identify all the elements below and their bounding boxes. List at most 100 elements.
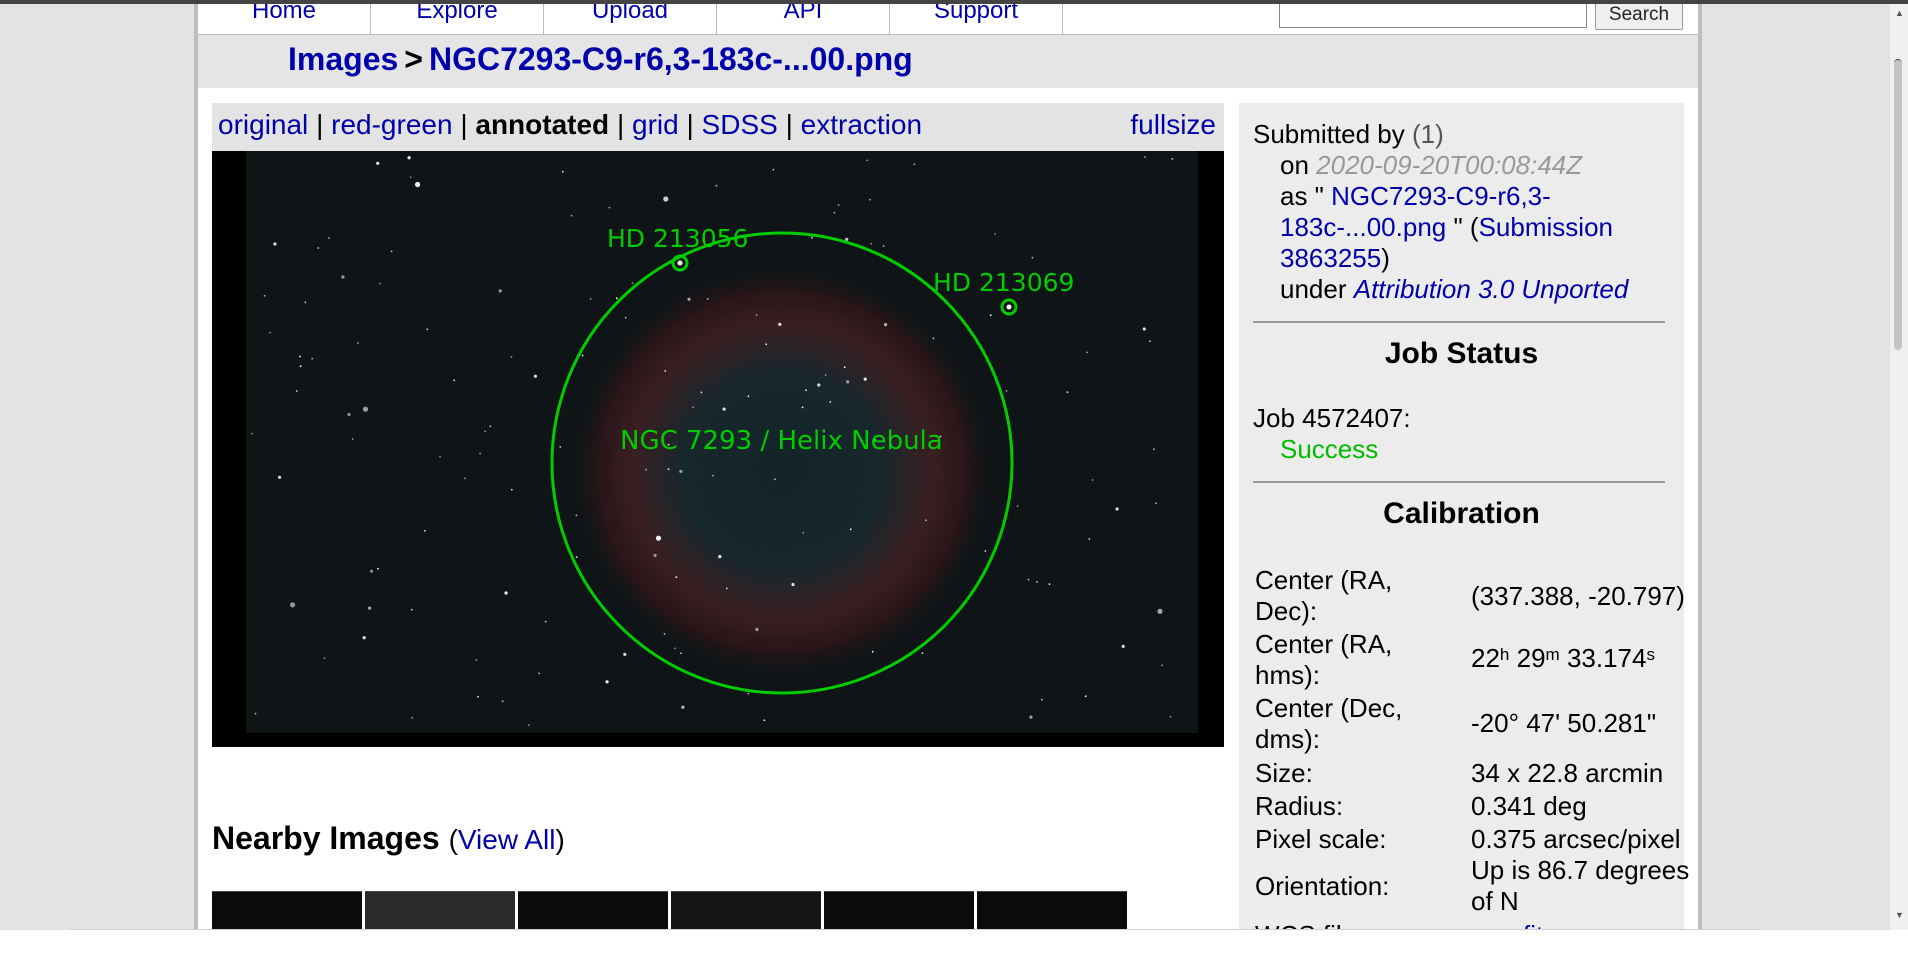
star-point <box>869 198 871 201</box>
star-point <box>1041 698 1043 701</box>
star-point <box>663 196 669 202</box>
vertical-scrollbar[interactable]: ▲ ▼ <box>1890 4 1908 930</box>
star-point <box>747 692 750 695</box>
scroll-down-icon[interactable]: ▼ <box>1895 910 1904 920</box>
star-point <box>1157 608 1163 614</box>
star-point <box>575 514 578 517</box>
tab-grid[interactable]: grid <box>632 109 679 140</box>
star-point <box>589 298 592 300</box>
submitted-by-line: Submitted by (1) <box>1253 119 1444 150</box>
star-point <box>409 176 412 179</box>
search-input[interactable] <box>1279 4 1587 28</box>
annotated-sky-image[interactable]: HD 213056 HD 213069 NGC 7293 / Helix Neb… <box>212 151 1224 747</box>
star-point <box>925 519 927 522</box>
star-point <box>299 355 301 358</box>
star-point <box>843 366 846 369</box>
star-point <box>327 237 330 239</box>
nearby-thumbnail[interactable] <box>824 891 974 930</box>
star-point <box>489 425 492 428</box>
star-point <box>538 672 540 675</box>
star-point <box>778 322 782 326</box>
star-point <box>1066 391 1069 393</box>
license-link[interactable]: Attribution 3.0 Unported <box>1354 274 1629 304</box>
star-point <box>323 657 326 660</box>
tab-sdss[interactable]: SDSS <box>702 109 778 140</box>
submitted-as-line-2: 183c-...00.png " (Submission <box>1280 212 1613 243</box>
star-point <box>273 242 277 246</box>
star-point <box>1084 695 1087 698</box>
star-point <box>664 370 667 372</box>
nearby-thumbnail[interactable] <box>977 891 1127 930</box>
sky-image-svg: HD 213056 HD 213069 NGC 7293 / Helix Neb… <box>212 151 1224 747</box>
star-point <box>849 528 852 531</box>
star-point <box>411 716 414 719</box>
breadcrumb-images-link[interactable]: Images <box>288 41 398 77</box>
star-point <box>278 475 282 479</box>
scrollbar-thumb[interactable] <box>1894 59 1902 350</box>
radius-label: Radius: <box>1255 791 1344 821</box>
nearby-thumbnail[interactable] <box>518 891 668 930</box>
tab-original[interactable]: original <box>218 109 308 140</box>
breadcrumb-bar: Images > NGC7293-C9-r6,3-183c-...00.png <box>198 35 1698 88</box>
tab-red-green[interactable]: red-green <box>331 109 452 140</box>
star-point <box>362 406 369 412</box>
star-point <box>765 343 768 346</box>
center-hms-label: Center (RA, hms): <box>1255 629 1393 690</box>
original-filename-link-cont[interactable]: 183c-...00.png <box>1280 212 1446 242</box>
star-point <box>1169 715 1172 718</box>
star-point <box>755 314 758 316</box>
star-point <box>484 430 486 433</box>
nav-explore[interactable]: Explore <box>371 4 544 34</box>
star-point <box>989 314 992 316</box>
star-point <box>846 380 850 384</box>
view-all-link[interactable]: View All <box>458 824 556 855</box>
star-point <box>510 488 513 491</box>
star-point <box>1031 256 1034 259</box>
nav-support[interactable]: Support <box>890 4 1063 34</box>
star-point <box>501 700 504 703</box>
job-status-value: Success <box>1280 434 1379 464</box>
nearby-images-title: Nearby Images <box>212 820 440 856</box>
star-point <box>681 705 685 709</box>
nav-upload[interactable]: Upload <box>544 4 717 34</box>
star-point <box>390 250 393 253</box>
submission-id-link[interactable]: 3863255 <box>1280 243 1381 273</box>
star-point <box>424 529 426 532</box>
star-point <box>984 550 987 552</box>
original-filename-link[interactable]: NGC7293-C9-r6,3- <box>1331 181 1551 211</box>
search-button[interactable]: Search <box>1595 4 1683 30</box>
submitter-link[interactable]: (1) <box>1412 119 1444 149</box>
nav-home[interactable]: Home <box>198 4 371 34</box>
divider <box>1253 481 1665 483</box>
star-point <box>824 374 827 376</box>
label-hd213056: HD 213056 <box>607 224 748 253</box>
star-point <box>1115 507 1119 511</box>
nearby-thumbnail[interactable] <box>671 891 821 930</box>
nearby-thumbnail[interactable] <box>365 891 515 930</box>
nav-api[interactable]: API <box>717 4 890 34</box>
star-point <box>675 576 678 578</box>
page-background-right <box>1698 4 1890 930</box>
star-point <box>575 556 578 558</box>
paren-close: ) <box>555 824 565 855</box>
star-point <box>680 652 682 655</box>
named-star-point <box>677 260 683 266</box>
tab-divider: | <box>785 109 793 140</box>
submission-link[interactable]: Submission <box>1479 212 1613 242</box>
close-paren: ) <box>1381 243 1390 273</box>
nearby-thumbnail[interactable] <box>212 891 362 930</box>
paren-open: ( <box>448 824 458 855</box>
scroll-up-icon[interactable]: ▲ <box>1895 8 1904 18</box>
star-point <box>631 282 634 285</box>
tab-extraction[interactable]: extraction <box>801 109 922 140</box>
breadcrumb-current-image[interactable]: NGC7293-C9-r6,3-183c-...00.png <box>429 41 913 77</box>
star-point <box>811 236 813 239</box>
star-point <box>715 184 718 187</box>
star-point <box>653 553 657 558</box>
fullsize-link[interactable]: fullsize <box>1130 109 1216 141</box>
star-point <box>498 289 502 293</box>
star-point <box>712 474 714 477</box>
star-point <box>561 170 564 173</box>
star-point <box>376 161 380 165</box>
tab-annotated[interactable]: annotated <box>475 109 609 140</box>
